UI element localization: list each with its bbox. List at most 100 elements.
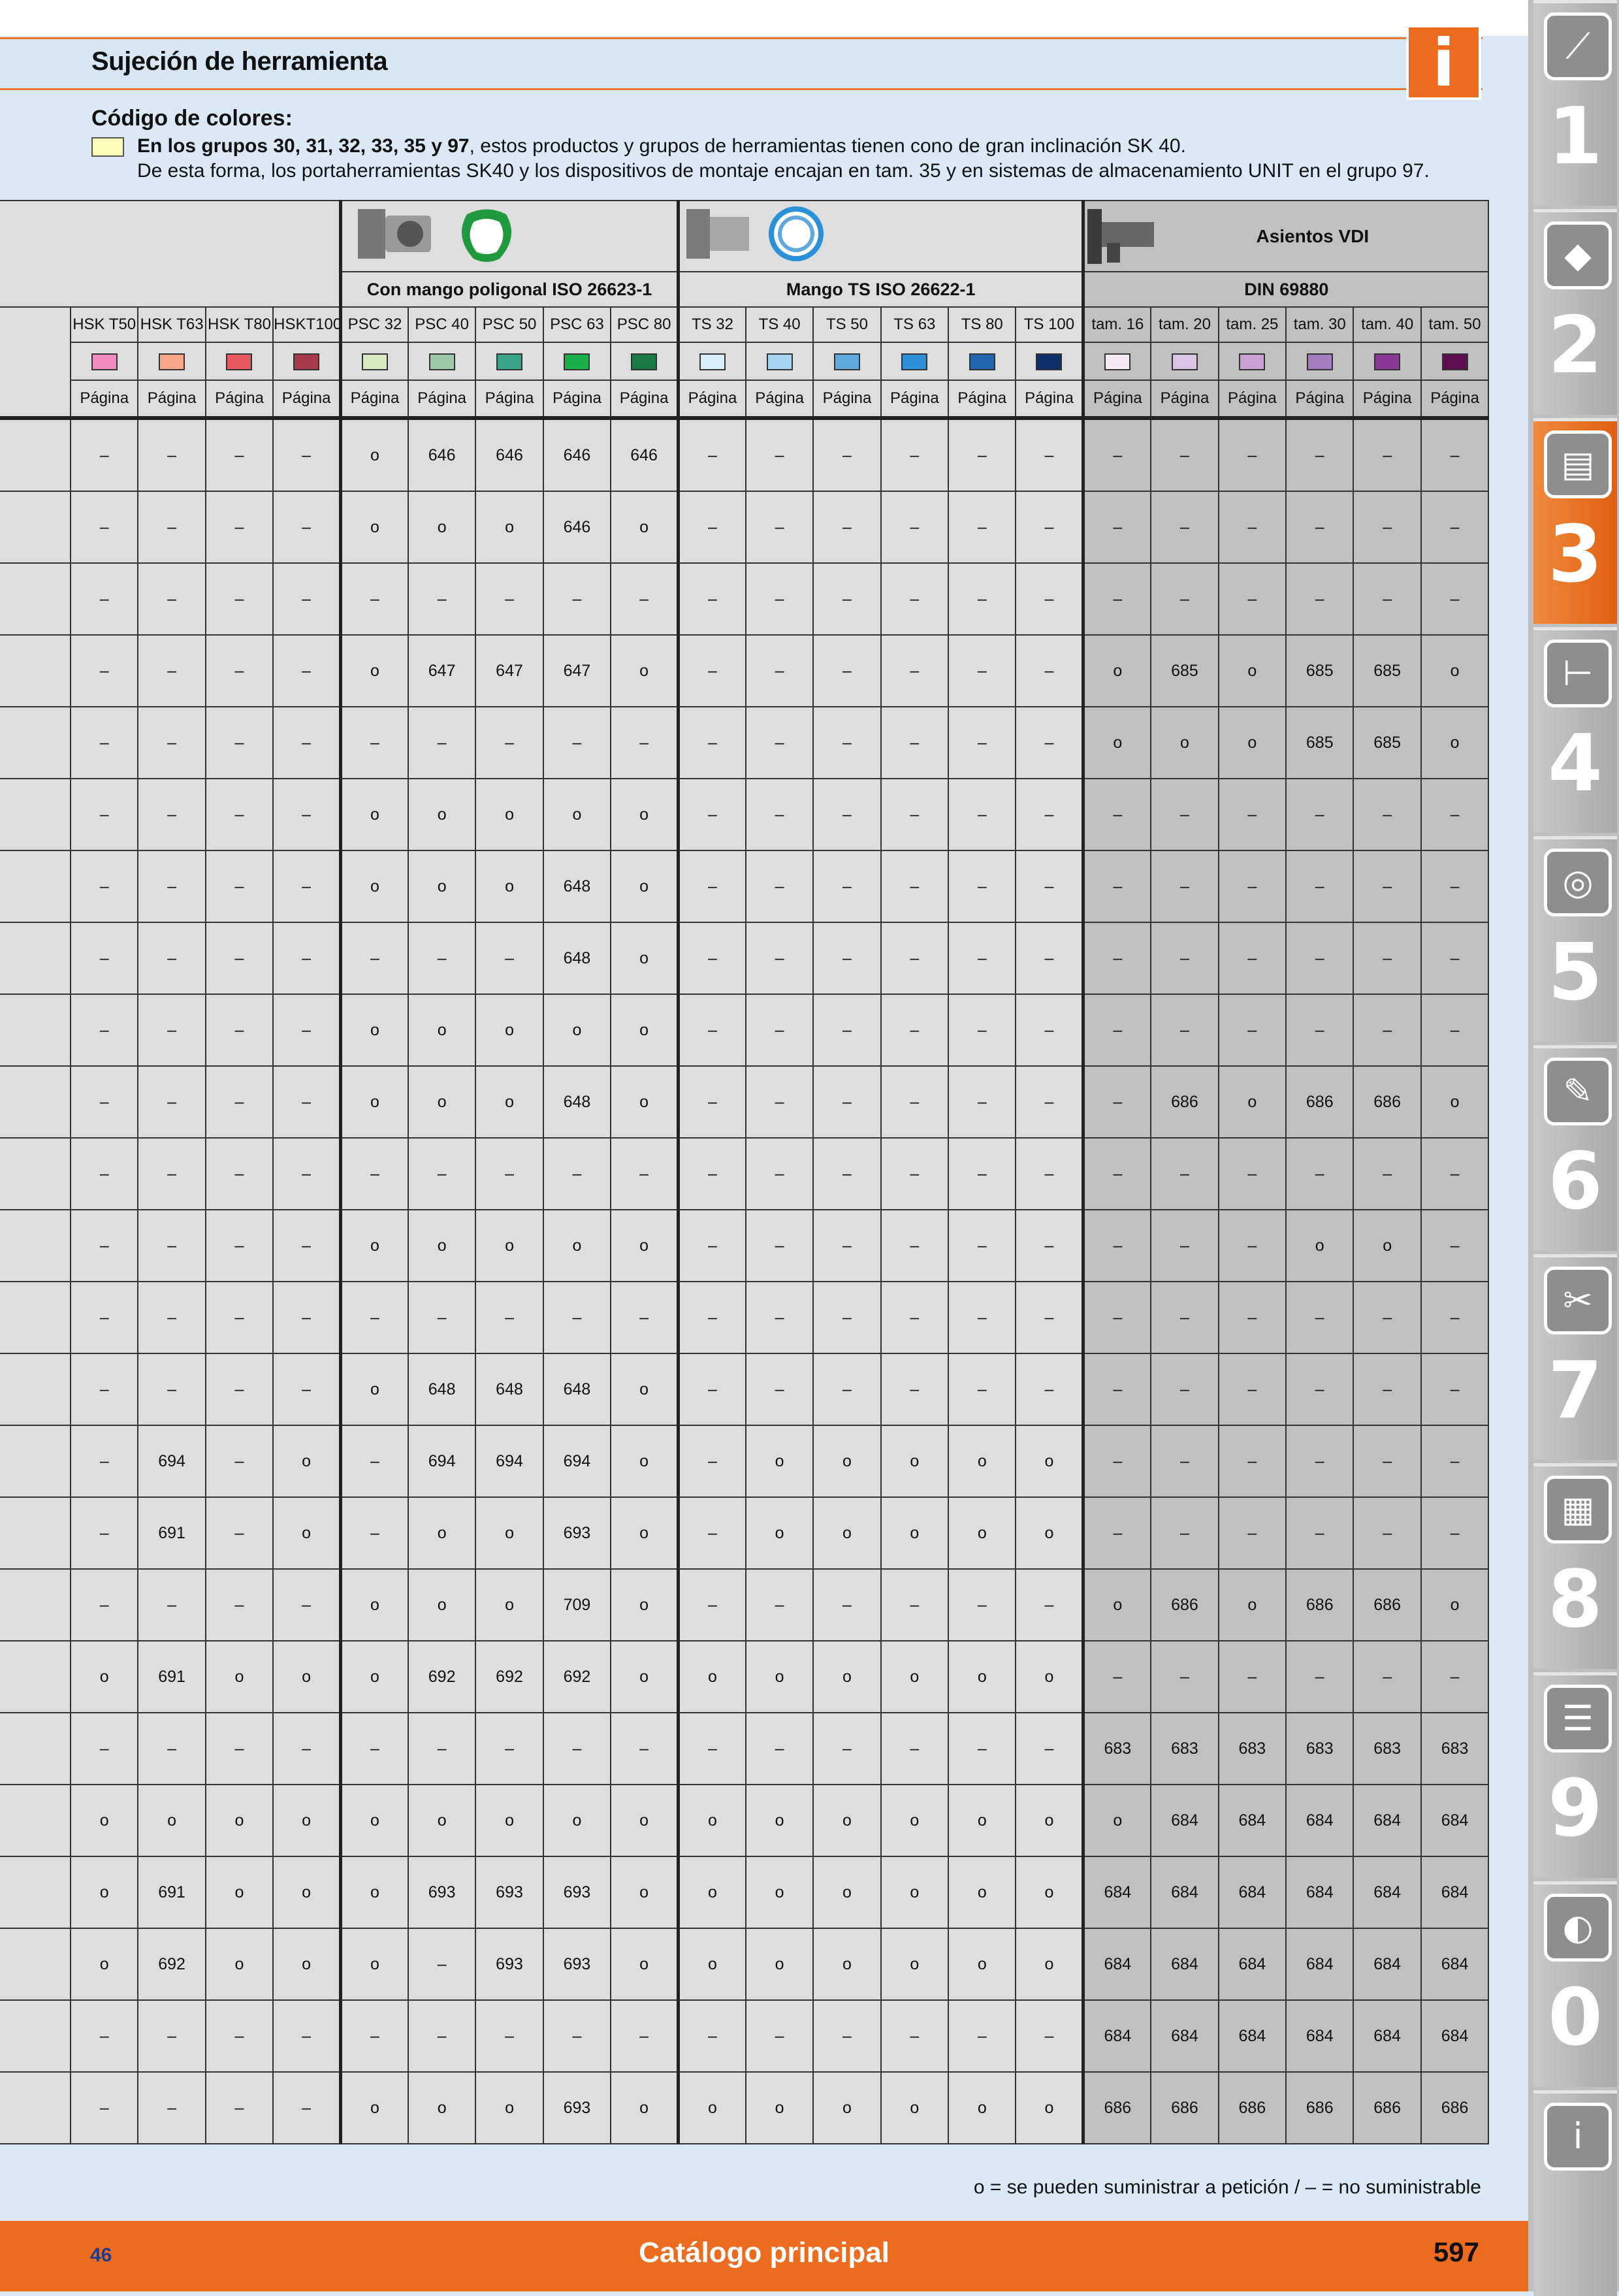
table-cell: –: [1082, 1353, 1152, 1426]
chapter-tab-1[interactable]: ⟋ 1: [1533, 0, 1617, 206]
column-header: tam. 50: [1420, 306, 1490, 343]
color-swatch-cell: [339, 342, 409, 381]
table-cell: –: [1150, 1353, 1219, 1426]
chapter-nav-rail: ⟋ 1 ◆ 2 ▤ 3 ⊢ 4 ◎ 5 ✎ 6 ✂ 7 ▦ 8 ☰ 9 ◐ 0 i: [1528, 0, 1619, 2296]
table-cell: 646: [475, 416, 544, 492]
row-label-cell: [0, 634, 71, 707]
table-cell: 709: [542, 1568, 612, 1641]
table-cell: –: [542, 562, 612, 636]
table-cell: 684: [1353, 1928, 1422, 2001]
row-label-cell: [0, 491, 71, 564]
table-cell: –: [812, 1353, 882, 1426]
chapter-tab-9[interactable]: ☰ 9: [1533, 1672, 1617, 1878]
table-cell: –: [137, 1209, 206, 1282]
table-cell: o: [272, 1856, 342, 1929]
table-cell: –: [880, 994, 950, 1067]
page-label: Página: [339, 380, 409, 419]
table-cell: –: [407, 1137, 477, 1210]
table-cell: o: [339, 1928, 409, 2001]
chapter-number: 5: [1548, 928, 1603, 1018]
chapter-tab-info[interactable]: i: [1533, 2090, 1617, 2296]
color-swatch-cell: [610, 342, 679, 381]
table-cell: –: [1420, 1496, 1490, 1570]
table-row: – – – – o o o o o – – – – – – – – – o o –: [0, 1209, 1490, 1282]
table-cell: –: [137, 2071, 206, 2144]
table-cell: –: [812, 562, 882, 636]
table-cell: 686: [1285, 2071, 1355, 2144]
table-cell: –: [1285, 994, 1355, 1067]
table-cell: o: [610, 994, 679, 1067]
table-cell: –: [880, 706, 950, 779]
table-cell: –: [948, 1065, 1017, 1139]
table-cell: –: [1082, 562, 1152, 636]
table-cell: –: [1353, 416, 1422, 492]
table-cell: –: [677, 1137, 746, 1210]
table-cell: o: [948, 1425, 1017, 1498]
table-cell: 683: [1150, 1712, 1219, 1785]
table-cell: –: [745, 850, 814, 923]
color-swatch-cell: [69, 342, 139, 381]
chapter-tab-2[interactable]: ◆ 2: [1533, 209, 1617, 415]
table-cell: –: [677, 1496, 746, 1570]
group-header-row: Con mango poligonal ISO 26623-1 Mango TS …: [0, 271, 1490, 308]
page-label: Página: [1082, 380, 1152, 419]
table-cell: –: [812, 706, 882, 779]
table-cell: –: [339, 1281, 409, 1354]
row-label-cell: [0, 1137, 71, 1210]
table-row: o o o o o o o o o o o o o o o o 684 684 684 684 684: [0, 1784, 1490, 1857]
table-cell: –: [610, 1137, 679, 1210]
chapter-tab-3[interactable]: ▤ 3: [1533, 418, 1617, 624]
table-cell: o: [204, 1784, 274, 1857]
table-cell: –: [677, 1281, 746, 1354]
chapter-tab-6[interactable]: ✎ 6: [1533, 1045, 1617, 1251]
table-cell: –: [1420, 416, 1490, 492]
table-cell: –: [1217, 994, 1287, 1067]
table-cell: –: [1082, 778, 1152, 851]
table-cell: –: [339, 1137, 409, 1210]
table-cell: –: [1217, 491, 1287, 564]
column-header: HSKT100: [272, 306, 342, 343]
table-cell: 693: [542, 1856, 612, 1929]
wrench-icon: ✎: [1544, 1058, 1612, 1125]
table-cell: 694: [407, 1425, 477, 1498]
chapter-tab-5[interactable]: ◎ 5: [1533, 836, 1617, 1042]
table-cell: 684: [1082, 1928, 1152, 2001]
column-header-row: HSK T50 HSK T63 HSK T80 HSKT100 PSC 32 PSC 40…: [0, 306, 1490, 419]
row-label-cell: [0, 778, 71, 851]
column-header: HSK T80: [204, 306, 274, 343]
table-cell: –: [69, 1137, 139, 1210]
chapter-tab-0[interactable]: ◐ 0: [1533, 1881, 1617, 2087]
table-cell: –: [272, 1999, 342, 2073]
chapter-tab-4[interactable]: ⊢ 4: [1533, 627, 1617, 833]
chapter-tab-7[interactable]: ✂ 7: [1533, 1254, 1617, 1460]
table-cell: –: [677, 1209, 746, 1282]
table-cell: o: [204, 1856, 274, 1929]
psc-image-cell: [339, 200, 679, 272]
chapter-tab-8[interactable]: ▦ 8: [1533, 1463, 1617, 1669]
color-swatch: [428, 353, 455, 370]
table-cell: –: [1082, 1209, 1152, 1282]
table-cell: –: [812, 634, 882, 707]
table-cell: o: [475, 1784, 544, 1857]
page-label: Página: [880, 380, 950, 419]
column-header: HSK T50: [69, 306, 139, 343]
table-cell: –: [272, 778, 342, 851]
table-cell: o: [948, 1640, 1017, 1713]
table-cell: o: [407, 1568, 477, 1641]
table-cell: o: [948, 2071, 1017, 2144]
table-cell: –: [1353, 1281, 1422, 1354]
chapter-number: 9: [1548, 1764, 1603, 1854]
table-cell: 692: [407, 1640, 477, 1713]
table-cell: –: [812, 1209, 882, 1282]
table-cell: –: [137, 994, 206, 1067]
table-row: – – – – – – – – – – – – – – – – – – – – –: [0, 1137, 1490, 1210]
info-icon[interactable]: i: [1406, 25, 1481, 100]
table-cell: –: [745, 994, 814, 1067]
table-cell: –: [69, 1425, 139, 1498]
color-swatch-row: [0, 342, 1490, 381]
table-cell: o: [610, 1209, 679, 1282]
table-cell: 647: [475, 634, 544, 707]
table-row: – – – – – – – – – – – – – – – – – – – – –: [0, 1281, 1490, 1354]
table-cell: o: [880, 1640, 950, 1713]
table-cell: o: [1015, 1640, 1084, 1713]
